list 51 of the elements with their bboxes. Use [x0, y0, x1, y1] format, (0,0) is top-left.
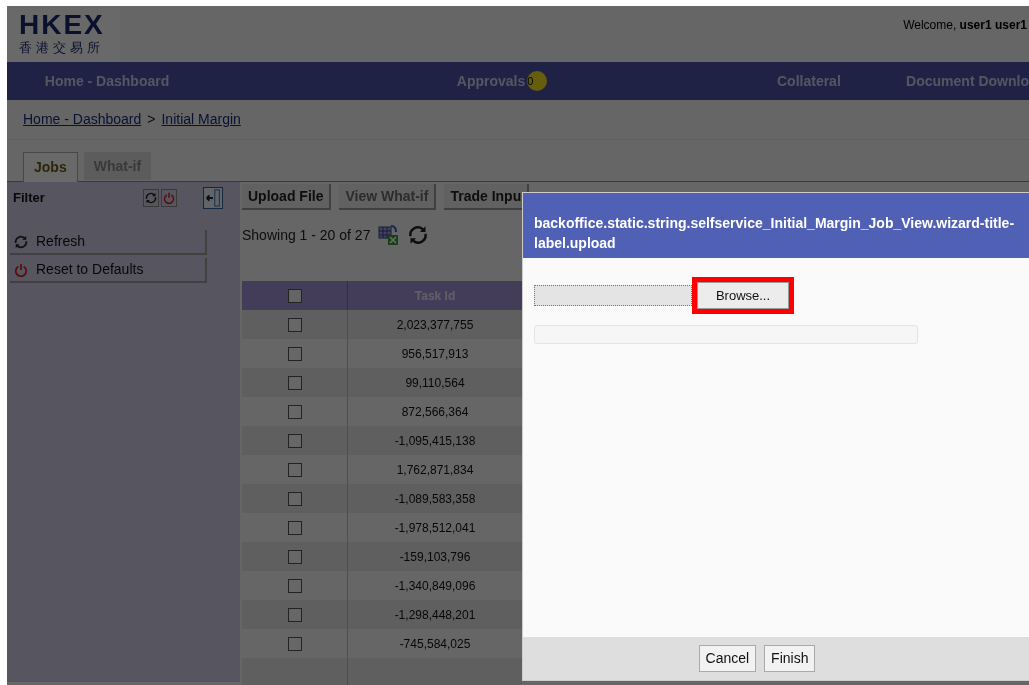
- power-icon[interactable]: [160, 189, 177, 207]
- table-cell-text: -1,340,849,096: [394, 577, 476, 595]
- tab[interactable]: Jobs: [23, 152, 78, 182]
- refresh-icon: [14, 234, 28, 249]
- logo-text: HKEX: [19, 10, 106, 40]
- table-cell-text: -1,089,583,358: [394, 490, 476, 508]
- checkbox[interactable]: [287, 520, 302, 535]
- count-badge: 0: [527, 71, 548, 91]
- breadcrumb-link[interactable]: Home - Dashboard: [23, 109, 142, 130]
- table-cell-text: -745,584,025: [399, 635, 471, 653]
- checkbox[interactable]: [287, 549, 302, 564]
- table-cell-text: -159,103,796: [399, 548, 471, 566]
- checkbox[interactable]: [287, 375, 302, 390]
- filter-title: Filter: [13, 189, 45, 208]
- dialog-button[interactable]: Finish: [764, 645, 816, 672]
- checkbox[interactable]: [287, 404, 302, 419]
- collapse-icon[interactable]: [202, 187, 223, 209]
- table-cell-text: -1,978,512,041: [394, 519, 476, 537]
- welcome-text: Welcome, user1 user1: [903, 17, 1027, 34]
- breadcrumb-link[interactable]: Initial Margin: [161, 109, 241, 130]
- checkbox[interactable]: [287, 288, 302, 303]
- table-cell-text: 872,566,364: [401, 403, 469, 421]
- filter-button[interactable]: Refresh: [10, 230, 207, 255]
- checkbox[interactable]: [287, 433, 302, 448]
- table-cell-text: -1,095,415,138: [394, 432, 476, 450]
- export-spreadsheet-icon[interactable]: [378, 224, 401, 246]
- checkbox[interactable]: [287, 491, 302, 506]
- checkbox[interactable]: [287, 636, 302, 651]
- file-path-field[interactable]: [534, 285, 692, 306]
- checkbox[interactable]: [287, 607, 302, 622]
- table-cell-text: 956,517,913: [401, 345, 469, 363]
- table-cell-text: 2,023,377,755: [396, 316, 474, 334]
- power-icon: [14, 262, 28, 277]
- table-cell-text: -1,298,448,201: [394, 606, 476, 624]
- checkbox[interactable]: [287, 346, 302, 361]
- refresh-icon[interactable]: [142, 189, 159, 207]
- breadcrumb-separator: >: [147, 110, 156, 129]
- toolbar-button[interactable]: Trade Inpu: [444, 184, 530, 210]
- logo-chinese-text: 香港交易所: [19, 40, 105, 56]
- table-cell-text: 99,110,564: [405, 374, 465, 392]
- filter-button[interactable]: Reset to Defaults: [10, 258, 207, 283]
- toolbar-button[interactable]: Upload File: [242, 184, 332, 210]
- table-cell-text: 1,762,871,834: [396, 461, 474, 479]
- checkbox[interactable]: [287, 578, 302, 593]
- dialog-button[interactable]: Cancel: [698, 645, 757, 672]
- checkbox[interactable]: [287, 317, 302, 332]
- paging-text: Showing 1 - 20 of 27: [242, 225, 371, 245]
- browse-button[interactable]: Browse...: [697, 282, 789, 309]
- dialog-title: backoffice.static.string.selfservice_Initial_Margin_Job_View.wizard-title-label.upload: [534, 214, 1016, 253]
- checkbox[interactable]: [287, 462, 302, 477]
- refresh-icon[interactable]: [408, 225, 429, 245]
